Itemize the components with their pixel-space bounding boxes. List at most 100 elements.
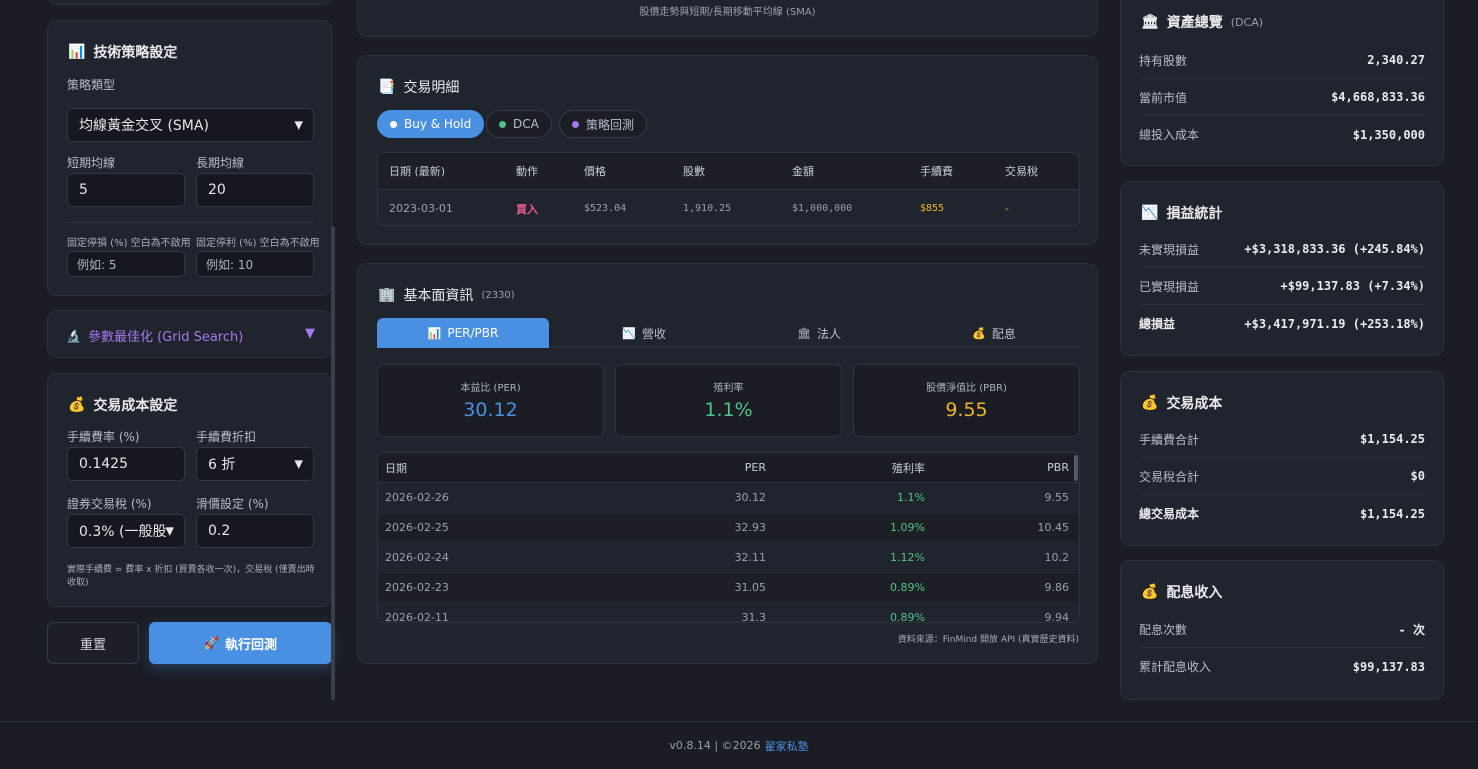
kv-value: $1,350,000: [1352, 127, 1425, 142]
kv-value: 2,340.27: [1367, 53, 1425, 67]
tab-per-pbr[interactable]: 📊 PER/PBR: [377, 318, 549, 348]
table-row: 2026-02-26 30.12 1.1% 9.55: [378, 483, 1079, 513]
kv-row: 配息次數 - 次: [1139, 611, 1425, 648]
metric-label: 殖利率: [713, 383, 744, 394]
trade-action: 買入: [516, 202, 538, 216]
kv-key: 總交易成本: [1139, 507, 1200, 521]
dividend-title-row: 💰 配息收入: [1141, 582, 1222, 602]
row-yield: 0.89%: [890, 611, 925, 623]
tab-label: 配息: [991, 326, 1016, 341]
metric-value: 9.55: [945, 399, 988, 421]
grid-search-card[interactable]: 🔬 參數最佳化 (Grid Search) ▼: [47, 310, 332, 358]
tech-strategy-title-row: 📊 技術策略設定: [68, 42, 177, 62]
chart-down-icon: 📉: [1141, 205, 1159, 221]
bank-icon: 🏛: [797, 326, 811, 340]
table-scrollbar[interactable]: [1074, 455, 1078, 481]
fundamentals-card: 🏢 基本面資訊 (2330) 📊 PER/PBR 📉 營收 🏛 法人 💰 配息 …: [357, 263, 1098, 664]
chart-card: 股價走勢與短期/長期移動平均線 (SMA): [357, 0, 1098, 37]
tab-buy-hold[interactable]: Buy & Hold: [377, 110, 485, 138]
take-profit-input[interactable]: 例如: 10: [196, 251, 314, 277]
dot-icon: [390, 120, 397, 128]
fee-rate-input[interactable]: 0.1425: [67, 447, 185, 481]
kv-key: 配息次數: [1139, 622, 1188, 637]
row-date: 2026-02-24: [385, 551, 449, 564]
short-ma-value: 5: [79, 182, 88, 198]
metric-yield: 殖利率 1.1%: [615, 364, 842, 437]
header-tax: 交易稅: [1005, 165, 1038, 178]
trade-price: $523.04: [584, 203, 627, 214]
row-yield: 0.89%: [890, 581, 925, 594]
footer: v0.8.14 | ©2026 翟家私塾: [0, 721, 1478, 769]
dividend-card: 💰 配息收入 配息次數 - 次 累計配息收入 $99,137.83: [1120, 560, 1444, 700]
trade-tax: -: [1005, 202, 1009, 215]
short-ma-input[interactable]: 5: [67, 173, 185, 207]
short-ma-label: 短期均線: [67, 156, 116, 170]
stop-loss-input[interactable]: 例如: 5: [67, 251, 185, 277]
kv-key: 未實現損益: [1139, 242, 1200, 257]
tab-dividend[interactable]: 💰 配息: [908, 318, 1080, 348]
per-pbr-table[interactable]: 日期 PER 殖利率 PBR 2026-02-26 30.12 1.1% 9.55 20…: [377, 452, 1080, 623]
bank-icon: 🏛: [1141, 14, 1159, 30]
kv-value: $1,154.25: [1359, 506, 1425, 521]
table-row: 2026-02-25 32.93 1.09% 10.45: [378, 513, 1079, 543]
reset-button[interactable]: 重置: [47, 622, 139, 664]
kv-value: +$99,137.83 (+7.34%): [1280, 279, 1426, 293]
bar-chart-icon: 📊: [68, 44, 86, 60]
grid-search-toggle-icon[interactable]: ▼: [305, 326, 315, 341]
table-row: 2026-02-11 31.3 0.89% 9.94: [378, 603, 1079, 623]
header-yield: 殖利率: [892, 461, 925, 475]
metric-label: 股價淨值比 (PBR): [926, 383, 1007, 394]
strategy-type-select[interactable]: 均線黃金交叉 (SMA) ▼: [67, 108, 314, 142]
divider: [67, 222, 314, 223]
trades-card: 📑 交易明細 Buy & Hold DCA 策略回測 日期 (最新) 動作 價格…: [357, 55, 1098, 245]
metric-value: 1.1%: [704, 399, 753, 421]
trade-amount: $1,000,000: [792, 203, 853, 214]
pnl-card: 📉 損益統計 未實現損益 +$3,318,833.36 (+245.84%) 已實…: [1120, 181, 1444, 356]
metric-label: 本益比 (PER): [460, 383, 521, 394]
tax-label: 證券交易稅 (%): [67, 497, 152, 511]
pnl-title: 損益統計: [1166, 206, 1223, 222]
header-pbr: PBR: [1047, 461, 1069, 474]
tab-strategy[interactable]: 策略回測: [559, 110, 648, 138]
tax-select[interactable]: 0.3% (一般股 ▼: [67, 514, 185, 548]
kv-value: +$3,318,833.36 (+245.84%): [1244, 242, 1425, 256]
assets-title: 資產總覽: [1166, 15, 1223, 31]
header-date: 日期: [385, 461, 407, 475]
tech-strategy-card: 📊 技術策略設定 策略類型 均線黃金交叉 (SMA) ▼ 短期均線 長期均線 5…: [47, 20, 332, 296]
row-per: 32.11: [734, 551, 767, 564]
money-bag-icon: 💰: [1141, 584, 1159, 600]
money-bag-icon: 💰: [972, 326, 986, 340]
trade-fee: $855: [920, 203, 945, 214]
assets-subtitle: (DCA): [1230, 15, 1264, 29]
tax-value: 0.3% (一般股: [79, 524, 167, 540]
row-date: 2026-02-23: [385, 581, 449, 594]
fee-note: 實際手續費 = 費率 x 折扣 (買賣各收一次)，交易稅 (僅賣出時收取): [67, 565, 315, 588]
metric-value: 30.12: [463, 399, 518, 421]
stock-code: (2330): [481, 289, 515, 301]
row-pbr: 10.45: [1037, 521, 1070, 534]
tab-institutional[interactable]: 🏛 法人: [733, 318, 905, 348]
memo-icon: 📑: [378, 79, 396, 95]
kv-value: $4,668,833.36: [1331, 90, 1425, 104]
run-backtest-button[interactable]: 🚀 執行回測: [149, 622, 332, 664]
footer-brand-link[interactable]: 翟家私塾: [765, 738, 809, 754]
sidebar-scrollbar[interactable]: [331, 226, 335, 700]
fundamentals-title-row: 🏢 基本面資訊 (2330): [378, 285, 515, 305]
row-yield: 1.09%: [890, 521, 925, 534]
fee-discount-value: 6 折: [208, 457, 236, 473]
kv-row: 總損益 +$3,417,971.19 (+253.18%): [1139, 305, 1425, 342]
tab-revenue[interactable]: 📉 營收: [558, 318, 730, 348]
tab-dca[interactable]: DCA: [486, 110, 552, 138]
run-label: 執行回測: [224, 637, 277, 653]
dot-icon: [499, 120, 506, 128]
strategy-type-label: 策略類型: [67, 78, 116, 92]
trade-cost-title: 交易成本設定: [93, 398, 178, 414]
strategy-type-value: 均線黃金交叉 (SMA): [79, 118, 209, 134]
dividend-title: 配息收入: [1166, 585, 1223, 601]
long-ma-input[interactable]: 20: [196, 173, 314, 207]
assets-card: 🏛 資產總覽 (DCA) 持有股數 2,340.27 當前市值 $4,668,833…: [1120, 0, 1444, 166]
table-row: 2026-02-23 31.05 0.89% 9.86: [378, 573, 1079, 603]
row-pbr: 9.94: [1044, 611, 1070, 623]
slippage-input[interactable]: 0.2: [196, 514, 314, 548]
fee-discount-select[interactable]: 6 折 ▼: [196, 447, 314, 481]
